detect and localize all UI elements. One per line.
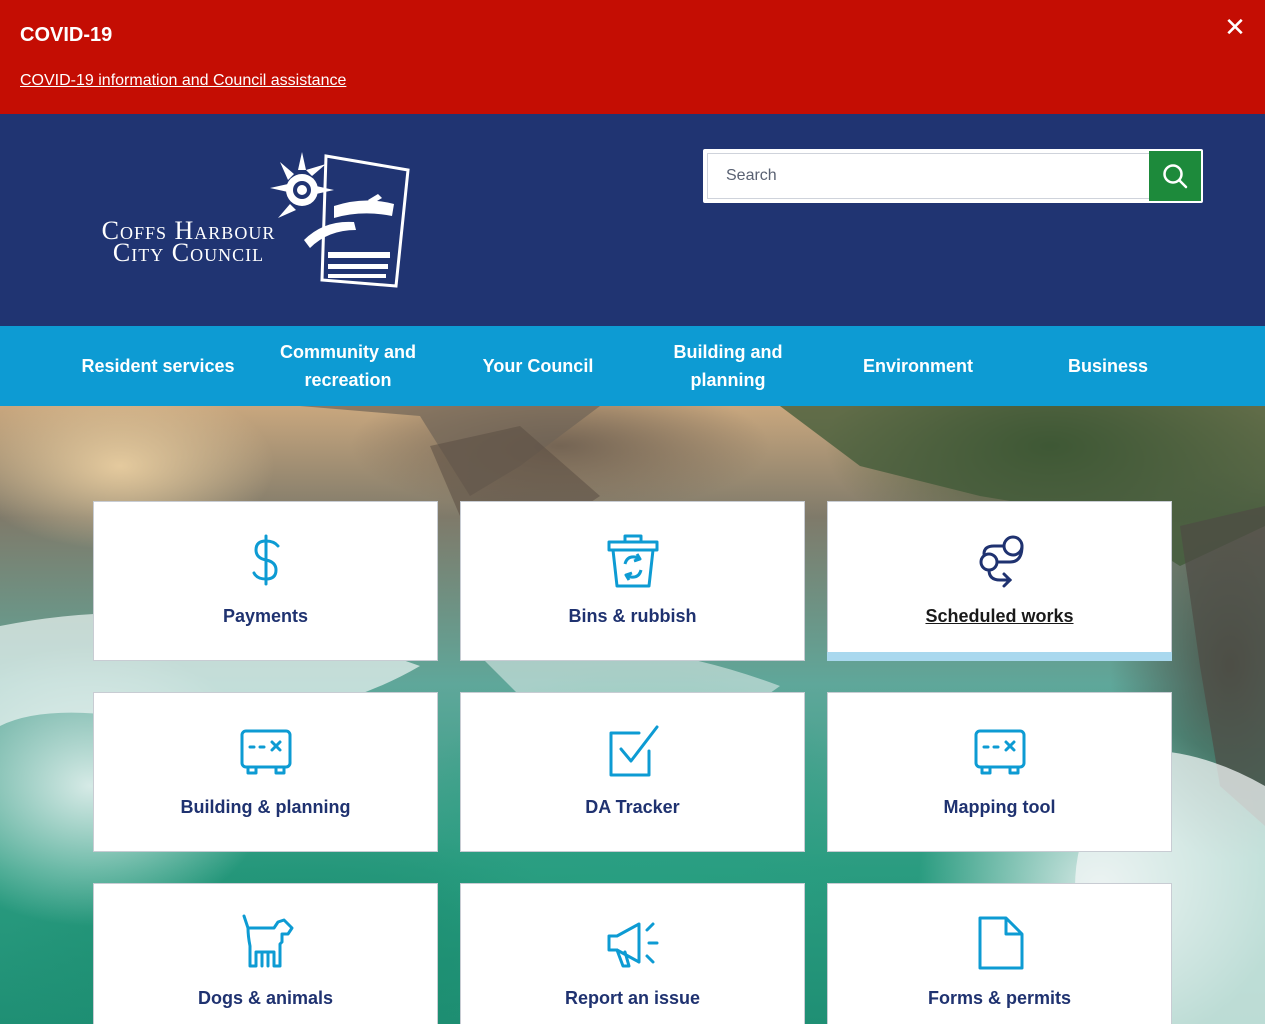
- tile-label: Report an issue: [564, 988, 701, 1008]
- search-input[interactable]: [707, 153, 1151, 199]
- map-ticket-icon: [240, 729, 292, 775]
- tile-label: Bins & rubbish: [568, 606, 697, 626]
- tile-building-planning[interactable]: Building & planning: [93, 692, 438, 852]
- megaphone-icon: [607, 922, 659, 968]
- main-navigation: Resident services Community and recreati…: [0, 326, 1265, 406]
- covid-info-link[interactable]: COVID-19 information and Council assista…: [20, 72, 346, 90]
- nav-item-your-council[interactable]: Your Council: [443, 326, 633, 406]
- tile-label: Dogs & animals: [197, 988, 334, 1008]
- document-icon: [978, 916, 1024, 970]
- tile-mapping-tool[interactable]: Mapping tool: [827, 692, 1172, 852]
- nav-item-environment[interactable]: Environment: [823, 326, 1013, 406]
- logo-emblem-icon: [270, 152, 410, 288]
- nav-item-business[interactable]: Business: [1013, 326, 1203, 406]
- tile-label: Mapping tool: [943, 797, 1056, 817]
- checkbox-icon: [609, 725, 659, 777]
- close-icon[interactable]: ✕: [1222, 14, 1248, 40]
- tile-label: Building & planning: [180, 797, 351, 817]
- tile-label: Payments: [222, 606, 309, 626]
- site-header: Coffs Harbour City Council: [0, 114, 1265, 326]
- tile-dogs-animals[interactable]: Dogs & animals: [93, 883, 438, 1024]
- alert-title: COVID-19: [20, 24, 113, 46]
- hero-coastline-background: Payments Bins & rubbish Scheduled works …: [0, 406, 1265, 1024]
- nav-item-resident-services[interactable]: Resident services: [63, 326, 253, 406]
- search-icon: [1163, 164, 1188, 189]
- nav-item-building-planning[interactable]: Building and planning: [633, 326, 823, 406]
- map-ticket-icon: [974, 729, 1026, 775]
- search-button[interactable]: [1149, 151, 1201, 201]
- council-logo[interactable]: Coffs Harbour City Council: [76, 148, 412, 288]
- tile-forms-permits[interactable]: Forms & permits: [827, 883, 1172, 1024]
- tile-label: Scheduled works: [925, 606, 1074, 626]
- tile-payments[interactable]: Payments: [93, 501, 438, 661]
- recycle-bin-icon: [607, 534, 659, 588]
- tile-da-tracker[interactable]: DA Tracker: [460, 692, 805, 852]
- dog-icon: [242, 914, 294, 968]
- tile-bins-rubbish[interactable]: Bins & rubbish: [460, 501, 805, 661]
- covid-alert-banner: COVID-19 COVID-19 information and Counci…: [0, 0, 1265, 114]
- tile-scheduled-works[interactable]: Scheduled works: [827, 501, 1172, 661]
- tile-label: Forms & permits: [927, 988, 1072, 1008]
- search-bar: [703, 149, 1203, 203]
- nav-item-community-recreation[interactable]: Community and recreation: [253, 326, 443, 406]
- route-icon: [979, 535, 1024, 588]
- tile-label: DA Tracker: [585, 797, 680, 817]
- dollar-icon: [252, 534, 280, 586]
- tile-report-issue[interactable]: Report an issue: [460, 883, 805, 1024]
